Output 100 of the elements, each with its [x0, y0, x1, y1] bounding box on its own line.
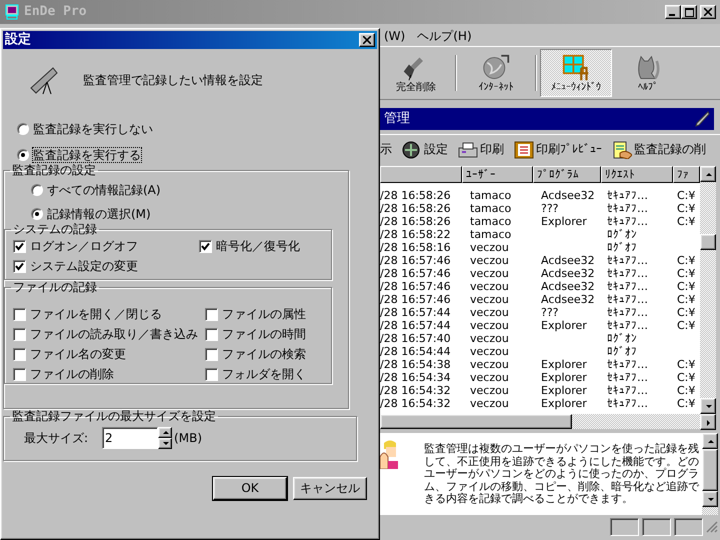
- table-cell-text: /28 16:58:26: [380, 202, 452, 215]
- toolbar-button[interactable]: ﾍﾙﾌﾟ: [612, 49, 684, 97]
- checkbox-label: ファイル名の変更: [30, 346, 126, 362]
- table-cell-text: ｾｷｭｱﾌ…: [606, 306, 649, 319]
- table-cell-text: C:¥: [676, 280, 696, 293]
- scrollbar-thumb[interactable]: [702, 449, 718, 491]
- table-cell-text: veczou: [469, 293, 510, 306]
- menu-item[interactable]: ヘルプ(H): [417, 28, 472, 44]
- toolbar-button[interactable]: 印刷: [458, 140, 504, 158]
- scroll-up-button[interactable]: [700, 166, 716, 182]
- maximize-icon: [684, 8, 694, 16]
- table-cell-text: /28 16:57:40: [380, 332, 452, 345]
- toolbar-button[interactable]: 示: [380, 142, 392, 157]
- table-cell-text: C:¥: [676, 267, 696, 280]
- close-button[interactable]: [359, 33, 375, 47]
- table-cell-text: ???: [540, 306, 560, 319]
- maximize-button[interactable]: [681, 5, 697, 19]
- check-icon: [15, 242, 24, 250]
- table-cell-text: ｾｷｭｱﾌ…: [606, 215, 649, 228]
- panel-title: 管理: [384, 111, 410, 127]
- checkbox-label: 暗号化／復号化: [216, 238, 300, 254]
- table-cell-text: /28 16:54:44: [380, 345, 452, 358]
- table-cell-text: Explorer: [540, 358, 588, 371]
- spin-up-button[interactable]: [158, 427, 172, 438]
- resize-grip-icon: [706, 521, 718, 533]
- table-cell-text: /28 16:57:46: [380, 267, 452, 280]
- close-icon: [704, 8, 712, 16]
- table-cell-text: ｾｷｭｱﾌ…: [606, 319, 649, 332]
- table-cell-text: ｾｷｭｱﾌ…: [606, 371, 649, 384]
- table-cell-text: /28 16:57:44: [380, 306, 452, 319]
- radio-label: 監査記録を実行する: [33, 148, 141, 162]
- menu-item[interactable]: (W): [384, 28, 406, 44]
- table-cell-text: ｾｷｭｱﾌ…: [606, 254, 649, 267]
- toolbar-button[interactable]: 印刷ﾌﾟﾚﾋﾞｭｰ: [514, 140, 602, 158]
- table-cell-text: ｾｷｭｱﾌ…: [606, 280, 649, 293]
- check-icon: [15, 262, 24, 270]
- close-button[interactable]: [700, 5, 716, 19]
- table-cell-text: tamaco: [469, 215, 512, 228]
- scrollbar-thumb[interactable]: [380, 414, 572, 429]
- toolbar-button[interactable]: ｲﾝﾀｰﾈｯﾄ: [460, 49, 532, 97]
- toolbar-button[interactable]: ﾒﾆｭｰｳｨﾝﾄﾞｳ: [540, 49, 612, 97]
- monitor-icon: [514, 140, 534, 158]
- checkbox[interactable]: [13, 240, 26, 252]
- group-title: 監査記録の設定: [11, 163, 97, 177]
- table-cell-text: C:¥: [676, 397, 696, 410]
- status-panel: [642, 518, 671, 536]
- column-header[interactable]: ﾕｰｻﾞｰ: [462, 166, 533, 183]
- checkbox[interactable]: [13, 260, 26, 272]
- checkbox[interactable]: [13, 348, 26, 360]
- toolbar-button[interactable]: 設定: [402, 140, 448, 158]
- scroll-down-button[interactable]: [700, 398, 716, 414]
- table-cell-text: /28 16:54:32: [380, 397, 452, 410]
- radio-button[interactable]: [17, 123, 29, 135]
- column-header[interactable]: ﾌｧ: [673, 166, 700, 183]
- table-cell-text: /28 16:54:34: [380, 371, 452, 384]
- spin-down-button[interactable]: [158, 438, 172, 449]
- size-input-field[interactable]: 2: [102, 427, 158, 449]
- status-panel: [674, 518, 703, 536]
- checkbox-label: ファイルの読み取り／書き込み: [30, 326, 198, 342]
- checkbox[interactable]: [13, 368, 26, 380]
- checkbox[interactable]: [13, 328, 26, 340]
- table-cell-text: veczou: [469, 319, 510, 332]
- table-cell-text: C:¥: [676, 293, 696, 306]
- table-cell-text: /28 16:57:46: [380, 293, 452, 306]
- scrollbar-thumb[interactable]: [700, 234, 716, 250]
- checkbox[interactable]: [205, 348, 218, 360]
- scroll-down-button[interactable]: [702, 491, 718, 507]
- checkbox[interactable]: [205, 328, 218, 340]
- description-text: 監査管理は複数のユーザーがパソコンを使った記録を残して、不正使用を追跡できるようにした機能です。どのユーザーがパソコンをどのように使ったのか、プログラム、ファイルの移動、コピー、削除、暗号化など追跡できる内容を記録で調べることができます。: [424, 443, 700, 507]
- table-cell-text: C:¥: [676, 371, 696, 384]
- radio-button[interactable]: [17, 149, 29, 161]
- scroll-right-button[interactable]: [700, 414, 716, 430]
- radio-label: すべての情報記録(A): [47, 182, 161, 198]
- ok-button[interactable]: OK: [213, 477, 287, 500]
- checkbox[interactable]: [205, 368, 218, 380]
- column-header[interactable]: [380, 166, 462, 183]
- column-header[interactable]: ﾘｸｴｽﾄ: [601, 166, 673, 183]
- toolbar-button[interactable]: 監査記録の削: [612, 140, 706, 158]
- column-header[interactable]: ﾌﾟﾛｸﾞﾗﾑ: [533, 166, 601, 183]
- table-cell-text: veczou: [469, 332, 510, 345]
- checkbox[interactable]: [199, 240, 212, 252]
- radio-button[interactable]: [31, 184, 43, 196]
- table-cell-text: /28 16:58:26: [380, 215, 452, 228]
- cancel-button[interactable]: キャンセル: [293, 477, 367, 500]
- table-cell-text: ﾛｸﾞｵﾝ: [606, 332, 638, 345]
- toolbar-button[interactable]: 完全削除: [380, 49, 452, 97]
- table-cell-text: /28 16:54:38: [380, 358, 452, 371]
- scroll-up-button[interactable]: [702, 433, 718, 449]
- table-cell-text: veczou: [469, 397, 510, 410]
- table-cell-text: veczou: [469, 254, 510, 267]
- minimize-button[interactable]: [665, 5, 681, 19]
- table-cell-text: veczou: [469, 345, 510, 358]
- radio-button[interactable]: [31, 208, 43, 220]
- checkbox[interactable]: [205, 308, 218, 320]
- checkbox[interactable]: [13, 308, 26, 320]
- check-icon: [201, 242, 210, 250]
- arrow-up-icon: [160, 428, 170, 437]
- table-cell-text: C:¥: [676, 319, 696, 332]
- table-cell-text: /28 16:58:26: [380, 189, 452, 202]
- unit-label: (MB): [174, 430, 202, 446]
